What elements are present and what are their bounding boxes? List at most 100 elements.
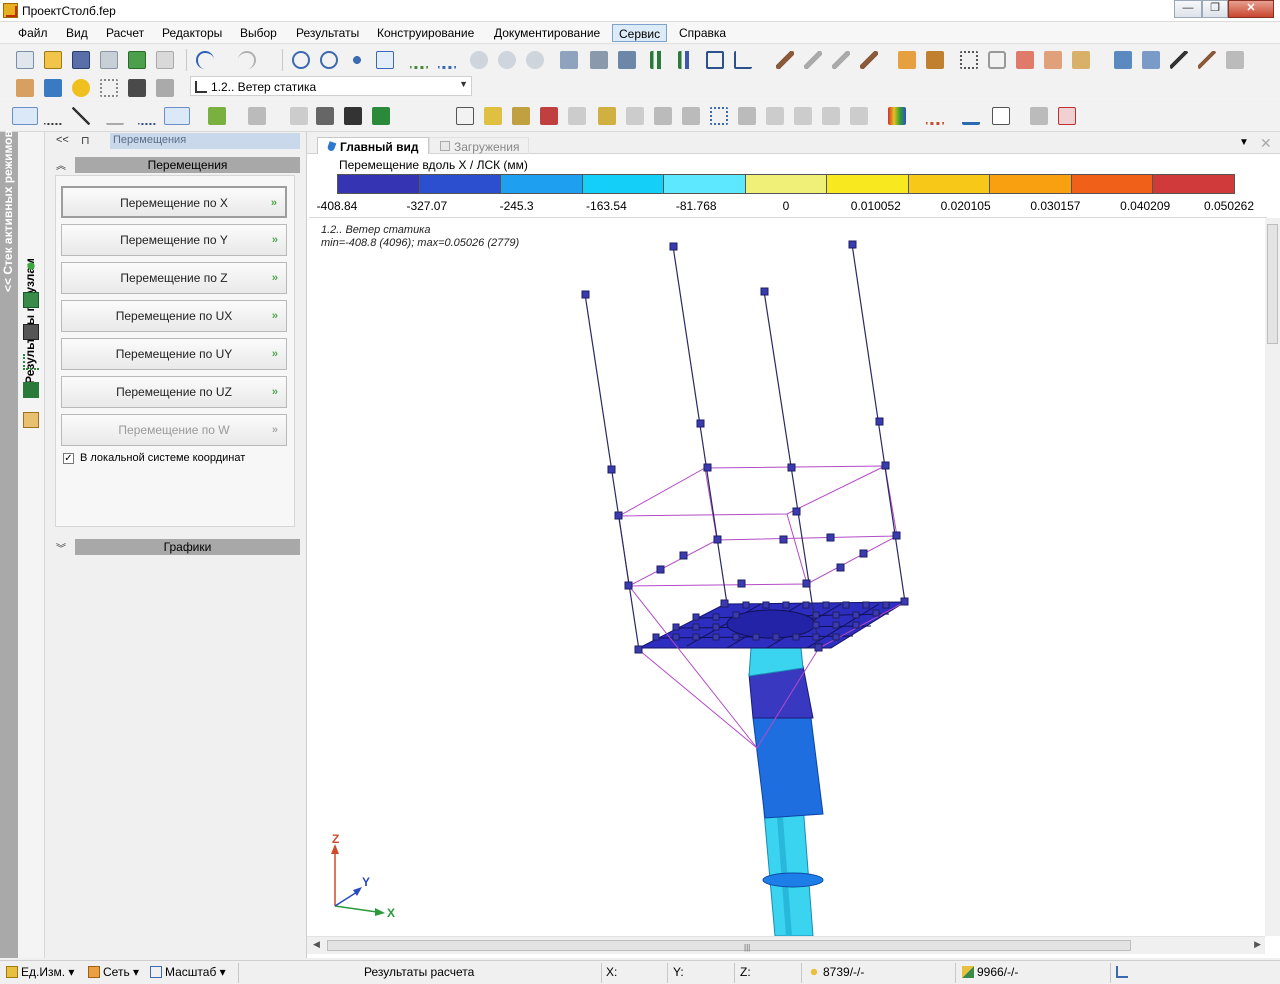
mesh-2-icon[interactable] <box>738 107 756 125</box>
select-elements-icon[interactable] <box>438 51 456 69</box>
save-icon[interactable] <box>72 51 90 69</box>
load-case-select[interactable]: 1.2.. Ветер статика ▼ <box>190 76 472 96</box>
beam-display-icon[interactable] <box>12 107 38 125</box>
mode-4-icon[interactable] <box>23 354 39 370</box>
select-nodes-icon[interactable] <box>410 51 428 69</box>
tab-main-view[interactable]: Главный вид <box>317 137 429 154</box>
save-as-icon[interactable] <box>100 51 118 69</box>
view-icon[interactable] <box>470 51 488 69</box>
minimize-button[interactable]: — <box>1174 0 1202 18</box>
frame-icon[interactable] <box>992 107 1010 125</box>
rotate-2-icon[interactable] <box>512 107 530 125</box>
layers-icon[interactable] <box>1114 51 1132 69</box>
transform-icon[interactable] <box>1016 51 1034 69</box>
scroll-right-icon[interactable]: ▶ <box>1254 939 1261 950</box>
misc-icon[interactable] <box>1226 51 1244 69</box>
transform-3-icon[interactable] <box>1072 51 1090 69</box>
mode-3-icon[interactable] <box>23 324 39 340</box>
view-3-icon[interactable] <box>526 51 544 69</box>
grid-icon[interactable] <box>100 79 118 97</box>
section-3-icon[interactable] <box>850 107 868 125</box>
rotate-icon[interactable] <box>484 107 502 125</box>
fill-icon[interactable] <box>1030 107 1048 125</box>
supports-icon[interactable] <box>138 107 156 125</box>
menu-calc[interactable]: Расчет <box>100 24 150 42</box>
displacement-uz-button[interactable]: Перемещение по UZ » <box>61 376 287 408</box>
zoom-out-icon[interactable] <box>320 51 338 69</box>
redo-icon[interactable] <box>238 51 256 69</box>
scale-menu[interactable]: Масштаб ▾ <box>150 965 226 979</box>
pencil-4-icon[interactable] <box>860 51 878 69</box>
section-icon[interactable] <box>794 107 812 125</box>
model-icon[interactable] <box>16 79 34 97</box>
bar-chart-icon[interactable] <box>650 51 668 69</box>
solid-icon[interactable] <box>372 107 390 125</box>
table-2-icon[interactable] <box>456 107 474 125</box>
truss-2-icon[interactable] <box>654 107 672 125</box>
color-scale-icon[interactable] <box>888 107 906 125</box>
view-2-icon[interactable] <box>498 51 516 69</box>
pencil-icon[interactable] <box>776 51 794 69</box>
zoom-in-icon[interactable] <box>292 51 310 69</box>
truss-3-icon[interactable] <box>682 107 700 125</box>
displacements-group-header[interactable]: Перемещения <box>75 157 300 173</box>
plate-icon[interactable] <box>316 107 334 125</box>
forces-icon[interactable] <box>208 107 226 125</box>
displacement-z-button[interactable]: Перемещение по Z » <box>61 262 287 294</box>
section-2-icon[interactable] <box>822 107 840 125</box>
pan-icon[interactable] <box>348 51 366 69</box>
clear-icon[interactable] <box>1058 107 1076 125</box>
scroll-left-icon[interactable]: ◀ <box>313 939 320 950</box>
tool-icon[interactable] <box>898 51 916 69</box>
hammer-icon[interactable] <box>926 51 944 69</box>
menu-file[interactable]: Файл <box>12 24 54 42</box>
cross-icon[interactable] <box>72 107 90 125</box>
menu-docs[interactable]: Документирование <box>488 24 606 42</box>
menu-service[interactable]: Сервис <box>612 24 668 42</box>
eraser-icon[interactable] <box>988 51 1006 69</box>
pin-button[interactable]: ⊓ <box>81 134 90 147</box>
expand-icon[interactable]: ︾ <box>56 540 66 555</box>
mode-6-icon[interactable] <box>23 412 39 428</box>
measure-icon[interactable] <box>1198 51 1216 69</box>
net-menu[interactable]: Сеть ▾ <box>88 965 139 979</box>
node-icon[interactable] <box>598 107 616 125</box>
graph-icon[interactable] <box>734 51 752 69</box>
new-file-icon[interactable] <box>16 51 34 69</box>
graphs-group-header[interactable]: Графики <box>75 539 300 555</box>
line-weight-icon[interactable] <box>962 107 980 125</box>
menu-construct[interactable]: Конструирование <box>371 24 480 42</box>
model-canvas[interactable] <box>307 218 1267 936</box>
curve-icon[interactable] <box>290 107 308 125</box>
displacement-uy-button[interactable]: Перемещение по UY » <box>61 338 287 370</box>
camera-icon[interactable] <box>560 51 578 69</box>
screenshot-icon[interactable] <box>590 51 608 69</box>
weight-icon[interactable] <box>156 79 174 97</box>
line-style-icon[interactable] <box>926 107 944 125</box>
transform-2-icon[interactable] <box>1044 51 1062 69</box>
displacement-ux-button[interactable]: Перемещение по UX » <box>61 300 287 332</box>
link-icon[interactable] <box>568 107 586 125</box>
status-tool[interactable] <box>1116 965 1131 979</box>
rotate-3-icon[interactable] <box>540 107 558 125</box>
zoom-window-icon[interactable] <box>376 51 394 69</box>
ruler-icon[interactable] <box>1170 51 1188 69</box>
chart-icon[interactable] <box>678 51 696 69</box>
menu-results[interactable]: Результаты <box>290 24 365 42</box>
down-icon[interactable] <box>1142 51 1160 69</box>
menu-help[interactable]: Справка <box>673 24 732 42</box>
horizontal-scrollbar[interactable]: ◀ ||| ▶ <box>307 936 1265 954</box>
tab-menu-icon[interactable]: ▼ <box>1239 137 1249 148</box>
units-menu[interactable]: Ед.Изм. ▾ <box>6 965 74 979</box>
sum-icon[interactable] <box>106 107 124 125</box>
undo-icon[interactable] <box>196 51 214 69</box>
vertical-scrollbar[interactable] <box>1265 218 1280 936</box>
menu-select[interactable]: Выбор <box>234 24 283 42</box>
open-folder-icon[interactable] <box>44 51 62 69</box>
local-coords-checkbox[interactable]: ✓ В локальной системе координат <box>63 452 293 468</box>
active-modes-strip[interactable]: << Стек активных режимов <box>0 130 18 958</box>
table-icon[interactable] <box>706 51 724 69</box>
truss-icon[interactable] <box>626 107 644 125</box>
supports-active-icon[interactable] <box>164 107 190 125</box>
close-tab-icon[interactable]: ✕ <box>1260 135 1272 152</box>
